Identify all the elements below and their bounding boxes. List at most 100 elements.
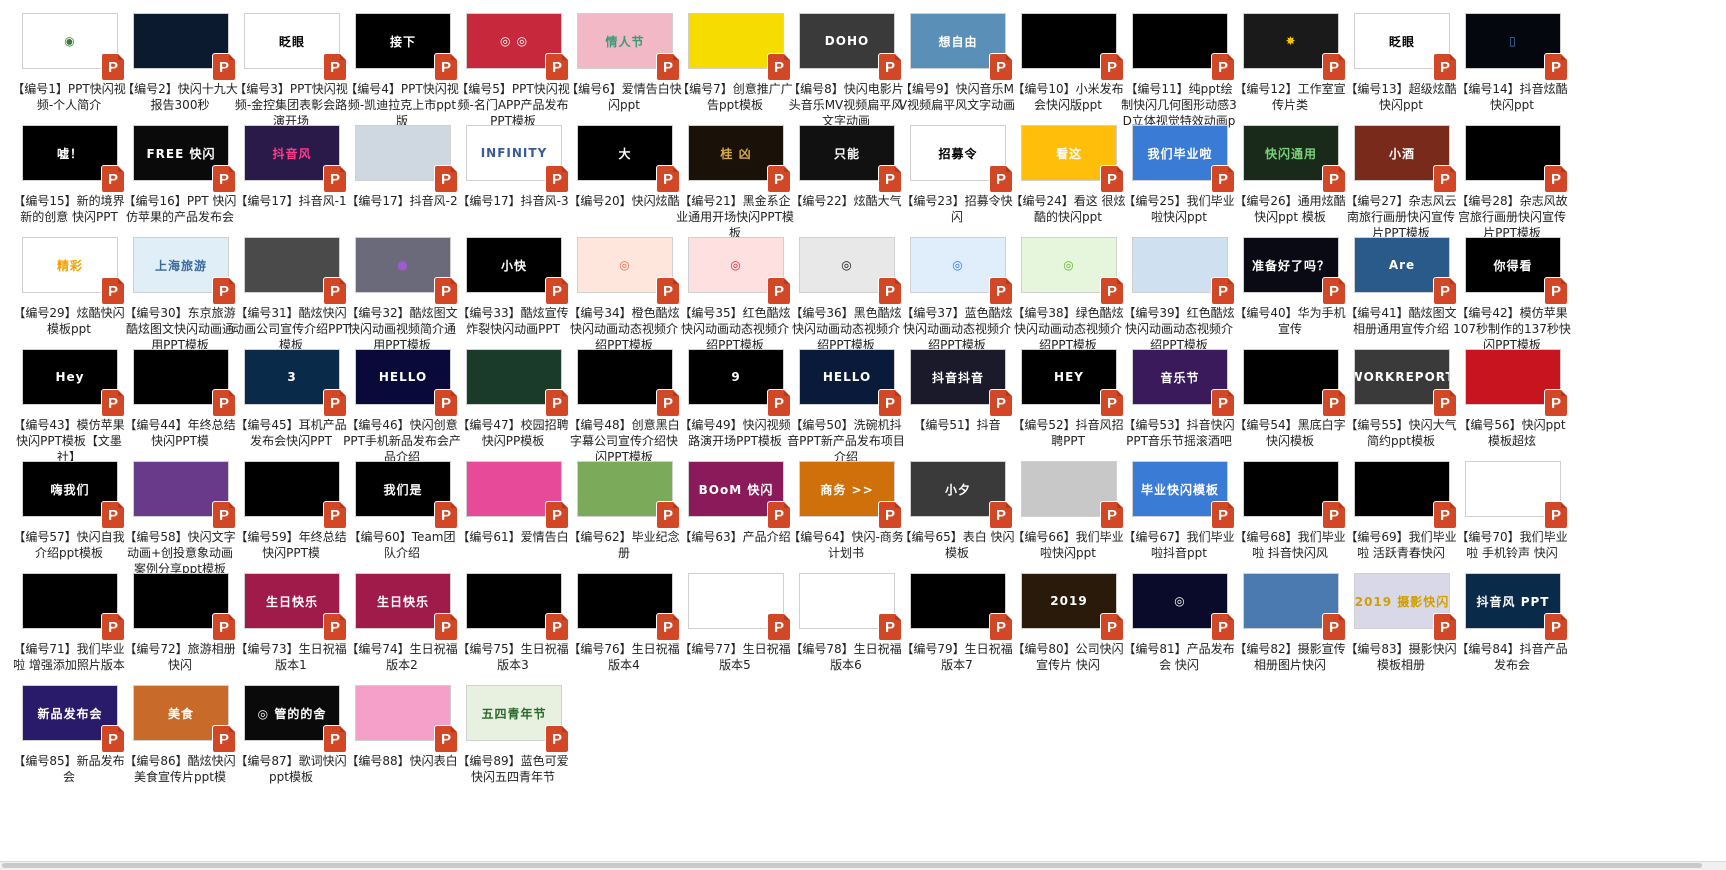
file-item[interactable]: 嘘！ P 【编号15】新的境界新的创意 快闪PPT bbox=[10, 125, 128, 245]
file-item[interactable]: HEY P 【编号52】抖音风招聘PPT bbox=[1009, 349, 1127, 469]
file-item[interactable]: 看这 P 【编号24】看这 很炫酷的快闪ppt bbox=[1009, 125, 1127, 245]
file-item[interactable]: 新品发布会 P 【编号85】新品发布会 bbox=[10, 685, 128, 805]
file-item[interactable]: 2019 摄影快闪 P 【编号83】摄影快闪 模板相册 bbox=[1342, 573, 1460, 693]
file-item[interactable]: Hey P 【编号43】模仿苹果快闪PPT模板【文墨社】 bbox=[10, 349, 128, 469]
file-item[interactable]: ● P 【编号32】酷炫图文快闪动画视频简介通用PPT模板 bbox=[343, 237, 461, 357]
file-item[interactable]: ◎ 管的的舍 P 【编号87】歌词快闪ppt模板 bbox=[232, 685, 350, 805]
file-item[interactable]: 9 P 【编号49】快闪视频路演开场PPT模板 bbox=[676, 349, 794, 469]
file-item[interactable]: P 【编号59】年终总结 快闪PPT模 bbox=[232, 461, 350, 581]
file-item[interactable]: P 【编号2】快闪十九大报告300秒 bbox=[121, 13, 239, 133]
file-item[interactable]: 上海旅游 P 【编号30】东京旅游酷炫图文快闪动画通用PPT模板 bbox=[121, 237, 239, 357]
file-item[interactable]: 小快 P 【编号33】酷炫宣传炸裂快闪动画PPT bbox=[454, 237, 572, 357]
file-item[interactable]: 嗨我们 P 【编号57】快闪自我介绍ppt模板 bbox=[10, 461, 128, 581]
file-item[interactable]: P 【编号58】快闪文字动画+创投意象动画案例分享ppt模板 bbox=[121, 461, 239, 581]
file-item[interactable]: P 【编号44】年终总结 快闪PPT模 bbox=[121, 349, 239, 469]
file-item[interactable]: ▯ P 【编号14】抖音炫酷快闪ppt bbox=[1453, 13, 1571, 133]
file-item[interactable]: 精彩 P 【编号29】炫酷快闪模板ppt bbox=[10, 237, 128, 357]
thumbnail-text: 五四青年节 bbox=[481, 706, 547, 721]
file-item[interactable]: 五四青年节 P 【编号89】蓝色可爱快闪五四青年节 bbox=[454, 685, 572, 805]
file-item[interactable]: 抖音风 P 【编号17】抖音风-1 bbox=[232, 125, 350, 245]
file-item[interactable]: 生日快乐 P 【编号74】生日祝福版本2 bbox=[343, 573, 461, 693]
file-item[interactable]: ◎ ◎ P 【编号5】PPT快闪视频-名门APP产品发布PPT模板 bbox=[454, 13, 572, 133]
file-name-label: 【编号23】招募令快闪 bbox=[901, 194, 1013, 224]
file-item[interactable]: 我们毕业啦 P 【编号25】我们毕业啦快闪ppt bbox=[1120, 125, 1238, 245]
file-item[interactable]: 生日快乐 P 【编号73】生日祝福版本1 bbox=[232, 573, 350, 693]
file-item[interactable]: P 【编号48】创意黑白字幕公司宣传介绍快闪PPT模板 bbox=[565, 349, 683, 469]
thumbnail-text: 抖音风 PPT bbox=[1476, 594, 1550, 609]
thumbnail-text: 生日快乐 bbox=[376, 594, 429, 609]
file-item[interactable]: FREE 快闪 P 【编号16】PPT 快闪仿苹果的产品发布会 bbox=[121, 125, 239, 245]
file-item[interactable]: HELLO P 【编号50】洗碗机抖音PPT新产品发布项目介绍 bbox=[787, 349, 905, 469]
file-item[interactable]: P 【编号69】我们毕业啦 活跃青春快闪 bbox=[1342, 461, 1460, 581]
file-item[interactable]: 2019 P 【编号80】公司快闪宣传片 快闪 bbox=[1009, 573, 1127, 693]
file-item[interactable]: 大 P 【编号20】快闪炫酷 bbox=[565, 125, 683, 245]
file-item[interactable]: 准备好了吗？ P 【编号40】华为手机宣传 bbox=[1231, 237, 1349, 357]
file-item[interactable]: P 【编号7】创意推广广告ppt模板 bbox=[676, 13, 794, 133]
file-item[interactable]: P 【编号61】爱情告白 bbox=[454, 461, 572, 581]
file-item[interactable]: P 【编号82】摄影宣传 相册图片快闪 bbox=[1231, 573, 1349, 693]
file-item[interactable]: P 【编号71】我们毕业啦 增强添加照片版本 bbox=[10, 573, 128, 693]
file-name-label: 【编号25】我们毕业啦快闪ppt bbox=[1123, 194, 1235, 224]
file-item[interactable]: P 【编号75】生日祝福版本3 bbox=[454, 573, 572, 693]
file-item[interactable]: HELLO P 【编号46】快闪创意PPT手机新品发布会产品介绍 bbox=[343, 349, 461, 469]
file-item[interactable]: 抖音抖音 P 【编号51】抖音 bbox=[898, 349, 1016, 469]
file-name-label: 【编号27】杂志风云南旅行画册快闪宣传片PPT模板 bbox=[1345, 194, 1457, 240]
file-item[interactable]: 3 P 【编号45】耳机产品发布会快闪PPT bbox=[232, 349, 350, 469]
file-item[interactable]: BOoM 快闪 P 【编号63】产品介绍 bbox=[676, 461, 794, 581]
file-item[interactable]: 快闪通用 P 【编号26】通用炫酷快闪ppt 模板 bbox=[1231, 125, 1349, 245]
file-item[interactable]: 商务 >> P 【编号64】快闪-商务计划书 bbox=[787, 461, 905, 581]
file-item[interactable]: P 【编号78】生日祝福版本6 bbox=[787, 573, 905, 693]
file-item[interactable]: INFINITY P 【编号17】抖音风-3 bbox=[454, 125, 572, 245]
file-item[interactable]: ◎ P 【编号36】黑色酷炫快闪动画动态视频介绍PPT模板 bbox=[787, 237, 905, 357]
file-item[interactable]: 眨眼 P 【编号3】PPT快闪视频-金控集团表彰会路演开场 bbox=[232, 13, 350, 133]
file-item[interactable]: P 【编号10】小米发布会快闪版ppt bbox=[1009, 13, 1127, 133]
file-item[interactable]: 想自由 P 【编号9】快闪音乐MV视频扁平风文字动画 bbox=[898, 13, 1016, 133]
file-item[interactable]: 眨眼 P 【编号13】超级炫酷快闪ppt bbox=[1342, 13, 1460, 133]
file-item[interactable]: 小酒 P 【编号27】杂志风云南旅行画册快闪宣传片PPT模板 bbox=[1342, 125, 1460, 245]
file-name-label: 【编号82】摄影宣传 相册图片快闪 bbox=[1234, 642, 1346, 672]
file-item[interactable]: P 【编号72】旅游相册 快闪 bbox=[121, 573, 239, 693]
file-item[interactable]: P 【编号70】我们毕业啦 手机铃声 快闪 bbox=[1453, 461, 1571, 581]
file-item[interactable]: ◎ P 【编号37】蓝色酷炫快闪动画动态视频介绍PPT模板 bbox=[898, 237, 1016, 357]
file-item[interactable]: P【编号11】纯ppt绘制快闪几何图形动感3D立体视觉特效动画ppt模板 bbox=[1120, 13, 1238, 144]
file-item[interactable]: ◉ P 【编号1】PPT快闪视频-个人简介 bbox=[10, 13, 128, 133]
file-item[interactable]: P 【编号28】杂志风故宫旅行画册快闪宣传片PPT模板 bbox=[1453, 125, 1571, 245]
file-item[interactable]: 我们是 P 【编号60】Team团队介绍 bbox=[343, 461, 461, 581]
file-item[interactable]: P 【编号66】我们毕业啦快闪ppt bbox=[1009, 461, 1127, 581]
file-item[interactable]: 你得看 P 【编号42】模仿苹果107秒制作的137秒快闪PPT模板 bbox=[1453, 237, 1571, 357]
file-item[interactable]: WORKREPORT P 【编号55】快闪大气简约ppt模板 bbox=[1342, 349, 1460, 469]
file-item[interactable]: 招募令 P 【编号23】招募令快闪 bbox=[898, 125, 1016, 245]
powerpoint-file-icon: P bbox=[546, 726, 568, 752]
file-item[interactable]: ✸ P 【编号12】工作室宣传片类 bbox=[1231, 13, 1349, 133]
file-item[interactable]: P 【编号62】毕业纪念册 bbox=[565, 461, 683, 581]
file-item[interactable]: ◎ P 【编号35】红色酷炫快闪动画动态视频介绍PPT模板 bbox=[676, 237, 794, 357]
file-item[interactable]: ◎ P 【编号81】产品发布会 快闪 bbox=[1120, 573, 1238, 693]
file-item[interactable]: P 【编号54】黑底白字快闪模板 bbox=[1231, 349, 1349, 469]
file-item[interactable]: 接下 P 【编号4】PPT快闪视频-凯迪拉克上市ppt版 bbox=[343, 13, 461, 133]
file-item[interactable]: 抖音风 PPT P 【编号84】抖音产品发布会 bbox=[1453, 573, 1571, 693]
file-item[interactable]: 桂 凶 P 【编号21】黑金系企业通用开场快闪PPT模板 bbox=[676, 125, 794, 245]
file-item[interactable]: P 【编号76】生日祝福版本4 bbox=[565, 573, 683, 693]
file-item[interactable]: P 【编号31】酷炫快闪动画公司宣传介绍PPT模板 bbox=[232, 237, 350, 357]
file-item[interactable]: P 【编号77】生日祝福版本5 bbox=[676, 573, 794, 693]
file-item[interactable]: P 【编号79】生日祝福版本7 bbox=[898, 573, 1016, 693]
file-item[interactable]: P 【编号47】校园招聘快闪PP模板 bbox=[454, 349, 572, 469]
file-item[interactable]: 只能 P 【编号22】炫酷大气 bbox=[787, 125, 905, 245]
file-item[interactable]: P 【编号17】抖音风-2 bbox=[343, 125, 461, 245]
file-item[interactable]: ◎ P 【编号34】橙色酷炫快闪动画动态视频介绍PPT模板 bbox=[565, 237, 683, 357]
file-name-label: 【编号57】快闪自我介绍ppt模板 bbox=[13, 530, 125, 560]
file-item[interactable]: 音乐节 P 【编号53】抖音快闪PPT音乐节摇滚酒吧 bbox=[1120, 349, 1238, 469]
file-name-label: 【编号17】抖音风-3 bbox=[457, 194, 569, 208]
file-item[interactable]: ◎ P 【编号38】绿色酷炫快闪动画动态视频介绍PPT模板 bbox=[1009, 237, 1127, 357]
file-item[interactable]: 小夕 P 【编号65】表白 快闪模板 bbox=[898, 461, 1016, 581]
file-item[interactable]: 毕业快闪模板 P 【编号67】我们毕业啦抖音ppt bbox=[1120, 461, 1238, 581]
file-item[interactable]: P 【编号68】我们毕业啦 抖音快闪风 bbox=[1231, 461, 1349, 581]
scrollbar-thumb[interactable] bbox=[2, 863, 1702, 868]
file-item[interactable]: P 【编号56】快闪ppt模板超炫 bbox=[1453, 349, 1571, 469]
file-item[interactable]: 情人节 P 【编号6】爱情告白快闪ppt bbox=[565, 13, 683, 133]
file-item[interactable]: P 【编号39】红色酷炫快闪动画动态视频介绍PPT模板 bbox=[1120, 237, 1238, 357]
file-item[interactable]: DOHO P 【编号8】快闪电影片头音乐MV视频扁平风文字动画 bbox=[787, 13, 905, 133]
file-item[interactable]: 美食 P 【编号86】酷炫快闪美食宣传片ppt模 bbox=[121, 685, 239, 805]
file-item[interactable]: Are P 【编号41】酷炫图文相册通用宣传介绍 bbox=[1342, 237, 1460, 357]
file-item[interactable]: P 【编号88】快闪表白 bbox=[343, 685, 461, 805]
